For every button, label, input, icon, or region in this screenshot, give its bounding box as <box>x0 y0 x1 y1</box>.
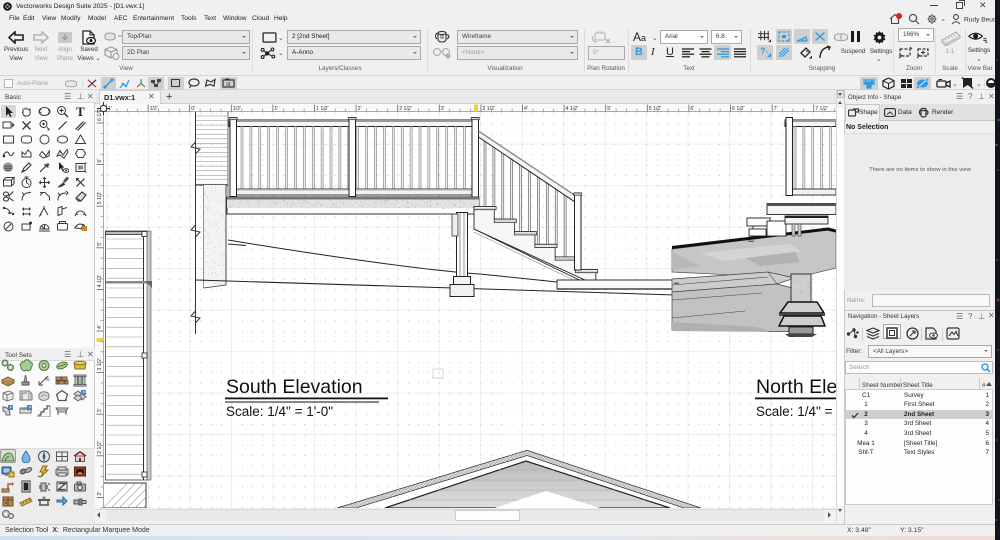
svg-text:North Ele: North Ele <box>756 376 836 398</box>
svg-text:3 1/2': 3 1/2' <box>97 358 103 371</box>
svg-text:South Elevation: South Elevation <box>226 376 363 398</box>
svg-text:3': 3' <box>97 408 103 412</box>
svg-text:2': 2' <box>97 492 103 496</box>
svg-text:4 1/2': 4 1/2' <box>97 275 103 288</box>
svg-text:Scale: 1/4" =: Scale: 1/4" = <box>756 404 833 419</box>
svg-text:4': 4' <box>97 325 103 329</box>
svg-text:Scale: 1/4" = 1'-0": Scale: 1/4" = 1'-0" <box>226 404 333 419</box>
svg-text:6': 6' <box>97 159 103 163</box>
svg-text:5 1/2': 5 1/2' <box>97 192 103 205</box>
svg-text:5': 5' <box>97 242 103 246</box>
svg-text:2 1/2': 2 1/2' <box>97 441 103 454</box>
